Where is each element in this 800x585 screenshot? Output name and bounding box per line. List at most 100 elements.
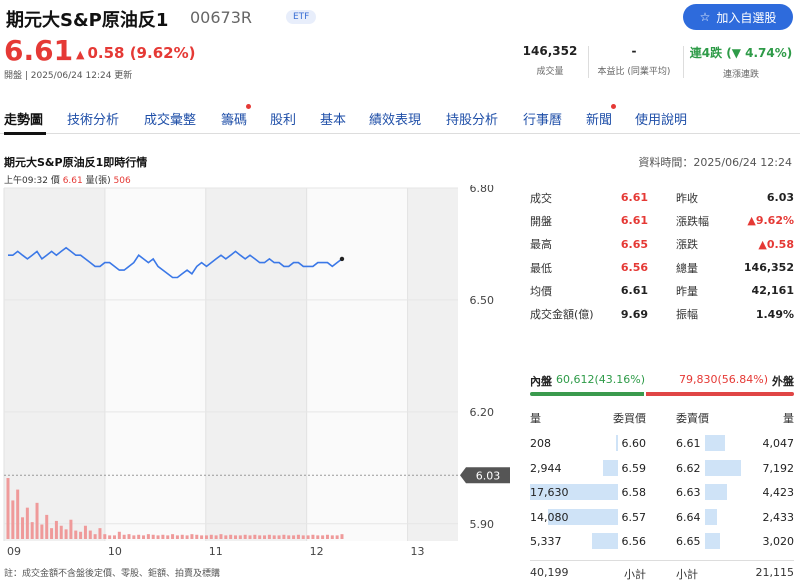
tab-basic[interactable]: 基本 (320, 109, 346, 128)
volume-bar (321, 535, 325, 539)
ob-header-bid-price: 委買價 (613, 412, 646, 425)
volume-bar (59, 525, 63, 539)
volume-bar (30, 522, 34, 539)
volume-bar (117, 531, 121, 539)
up-triangle-icon: ▲ (76, 48, 85, 61)
volume-bar (175, 535, 179, 539)
quote-value: 9.69 (620, 307, 648, 321)
quote-value: 146,352 (743, 261, 794, 275)
tab-holdings[interactable]: 持股分析 (446, 109, 498, 128)
volume-bar (142, 535, 146, 539)
tab-trend[interactable]: 走勢圖 (4, 109, 43, 128)
volume-bar (6, 478, 10, 539)
volume-bar (156, 535, 160, 539)
stat-streak-value: 連4跌 (▼ 4.74%) (689, 46, 793, 60)
tab-calendar[interactable]: 行事曆 (523, 109, 562, 128)
inner-bar (530, 392, 644, 396)
volume-bar (190, 534, 194, 539)
quote-value: 6.61 (620, 191, 648, 205)
volume-bar (40, 524, 44, 539)
volume-bar (180, 534, 184, 539)
volume-bar (45, 514, 49, 539)
quote-label: 昨收 (676, 191, 698, 205)
quote-value: 1.49% (755, 307, 794, 321)
ask-volume-bar (705, 484, 727, 501)
volume-bar (146, 534, 150, 539)
volume-bar (161, 534, 165, 539)
quote-row: 成交金額(億) 9.69 振幅 1.49% (530, 302, 794, 325)
ask-volume-bar (705, 508, 717, 525)
outer-label: 外盤 (772, 375, 794, 388)
volume-bar (98, 528, 102, 539)
tab-help[interactable]: 使用說明 (635, 109, 687, 128)
tab-technical[interactable]: 技術分析 (67, 109, 119, 128)
quote-label: 成交 (530, 191, 552, 205)
quote-value: ▲0.58 (758, 237, 794, 251)
ob-header-ask-vol: 量 (783, 412, 794, 425)
volume-bar (88, 530, 92, 539)
ask-volume-bar (705, 459, 741, 476)
bid-volume-bar (603, 459, 618, 476)
etf-badge: ETF (286, 10, 317, 24)
add-watchlist-button[interactable]: ☆ 加入自選股 (683, 4, 793, 30)
ob-header-bid-vol: 量 (530, 412, 541, 425)
volume-bar (316, 535, 320, 539)
volume-bar (112, 535, 116, 539)
current-price: 6.61 (4, 34, 74, 67)
inner-label: 內盤 (530, 375, 552, 388)
volume-bar (195, 534, 199, 539)
bid-price: 6.56 (621, 535, 647, 549)
volume-bar (200, 535, 204, 539)
volume-bar (238, 535, 242, 539)
volume-bar (122, 534, 126, 539)
volume-bar (204, 535, 208, 539)
data-time: 資料時間：2025/06/24 12:24 (638, 156, 792, 169)
volume-bar (166, 535, 170, 539)
volume-bar (209, 534, 213, 539)
ask-price: 6.64 (676, 510, 701, 524)
volume-bar (50, 528, 54, 539)
notification-dot (246, 104, 251, 109)
stat-pe-label: 本益比 (同業平均) (597, 67, 671, 77)
bid-price: 6.59 (621, 461, 647, 475)
volume-bar (282, 534, 286, 539)
quote-row: 成交 6.61 昨收 6.03 (530, 186, 794, 209)
tab-performance[interactable]: 績效表現 (369, 109, 421, 128)
volume-bar (25, 507, 29, 539)
bid-volume: 14,080 (530, 510, 569, 524)
volume-bar (79, 531, 83, 539)
quote-label: 開盤 (530, 214, 552, 228)
tab-bar: 走勢圖 技術分析 成交彙整 籌碼 股利 基本 績效表現 持股分析 行事曆 新聞 … (0, 104, 800, 135)
y-tick-label: 6.20 (470, 406, 495, 419)
volume-bar (335, 535, 339, 539)
tab-news[interactable]: 新聞 (586, 109, 612, 128)
volume-bar (127, 534, 131, 539)
outer-bar (646, 392, 794, 396)
quote-label: 最高 (530, 238, 552, 252)
volume-bar (54, 520, 58, 539)
tab-dividend[interactable]: 股利 (270, 109, 296, 128)
active-tab-underline (4, 132, 46, 135)
stat-pe-value: - (631, 44, 637, 58)
volume-bar (83, 525, 87, 539)
x-tick-label: 13 (411, 545, 425, 558)
volume-bar (272, 535, 276, 539)
quote-row: 開盤 6.61 漲跌幅 ▲9.62% (530, 209, 794, 232)
bid-volume: 208 (530, 437, 551, 450)
chart-title: 期元大S&P原油反1即時行情 (4, 156, 148, 169)
ask-volume-bar (705, 435, 725, 451)
ask-total: 21,115 (755, 566, 795, 579)
bid-total-label: 小計 (624, 568, 646, 581)
quote-label: 均價 (530, 284, 552, 298)
star-icon: ☆ (699, 10, 711, 24)
tab-chips[interactable]: 籌碼 (221, 109, 247, 128)
x-tick-label: 10 (108, 545, 122, 558)
y-tick-label: 5.90 (470, 518, 495, 531)
volume-bar (248, 535, 252, 539)
quote-value: 6.03 (766, 191, 794, 205)
quote-value: 6.56 (620, 261, 648, 275)
tab-trades[interactable]: 成交彙整 (144, 109, 196, 128)
quote-label: 振幅 (676, 308, 698, 322)
intraday-chart[interactable]: 6.80 6.50 6.20 5.90 6.03 09 10 11 12 13 (0, 185, 525, 563)
hour-band (306, 188, 408, 541)
